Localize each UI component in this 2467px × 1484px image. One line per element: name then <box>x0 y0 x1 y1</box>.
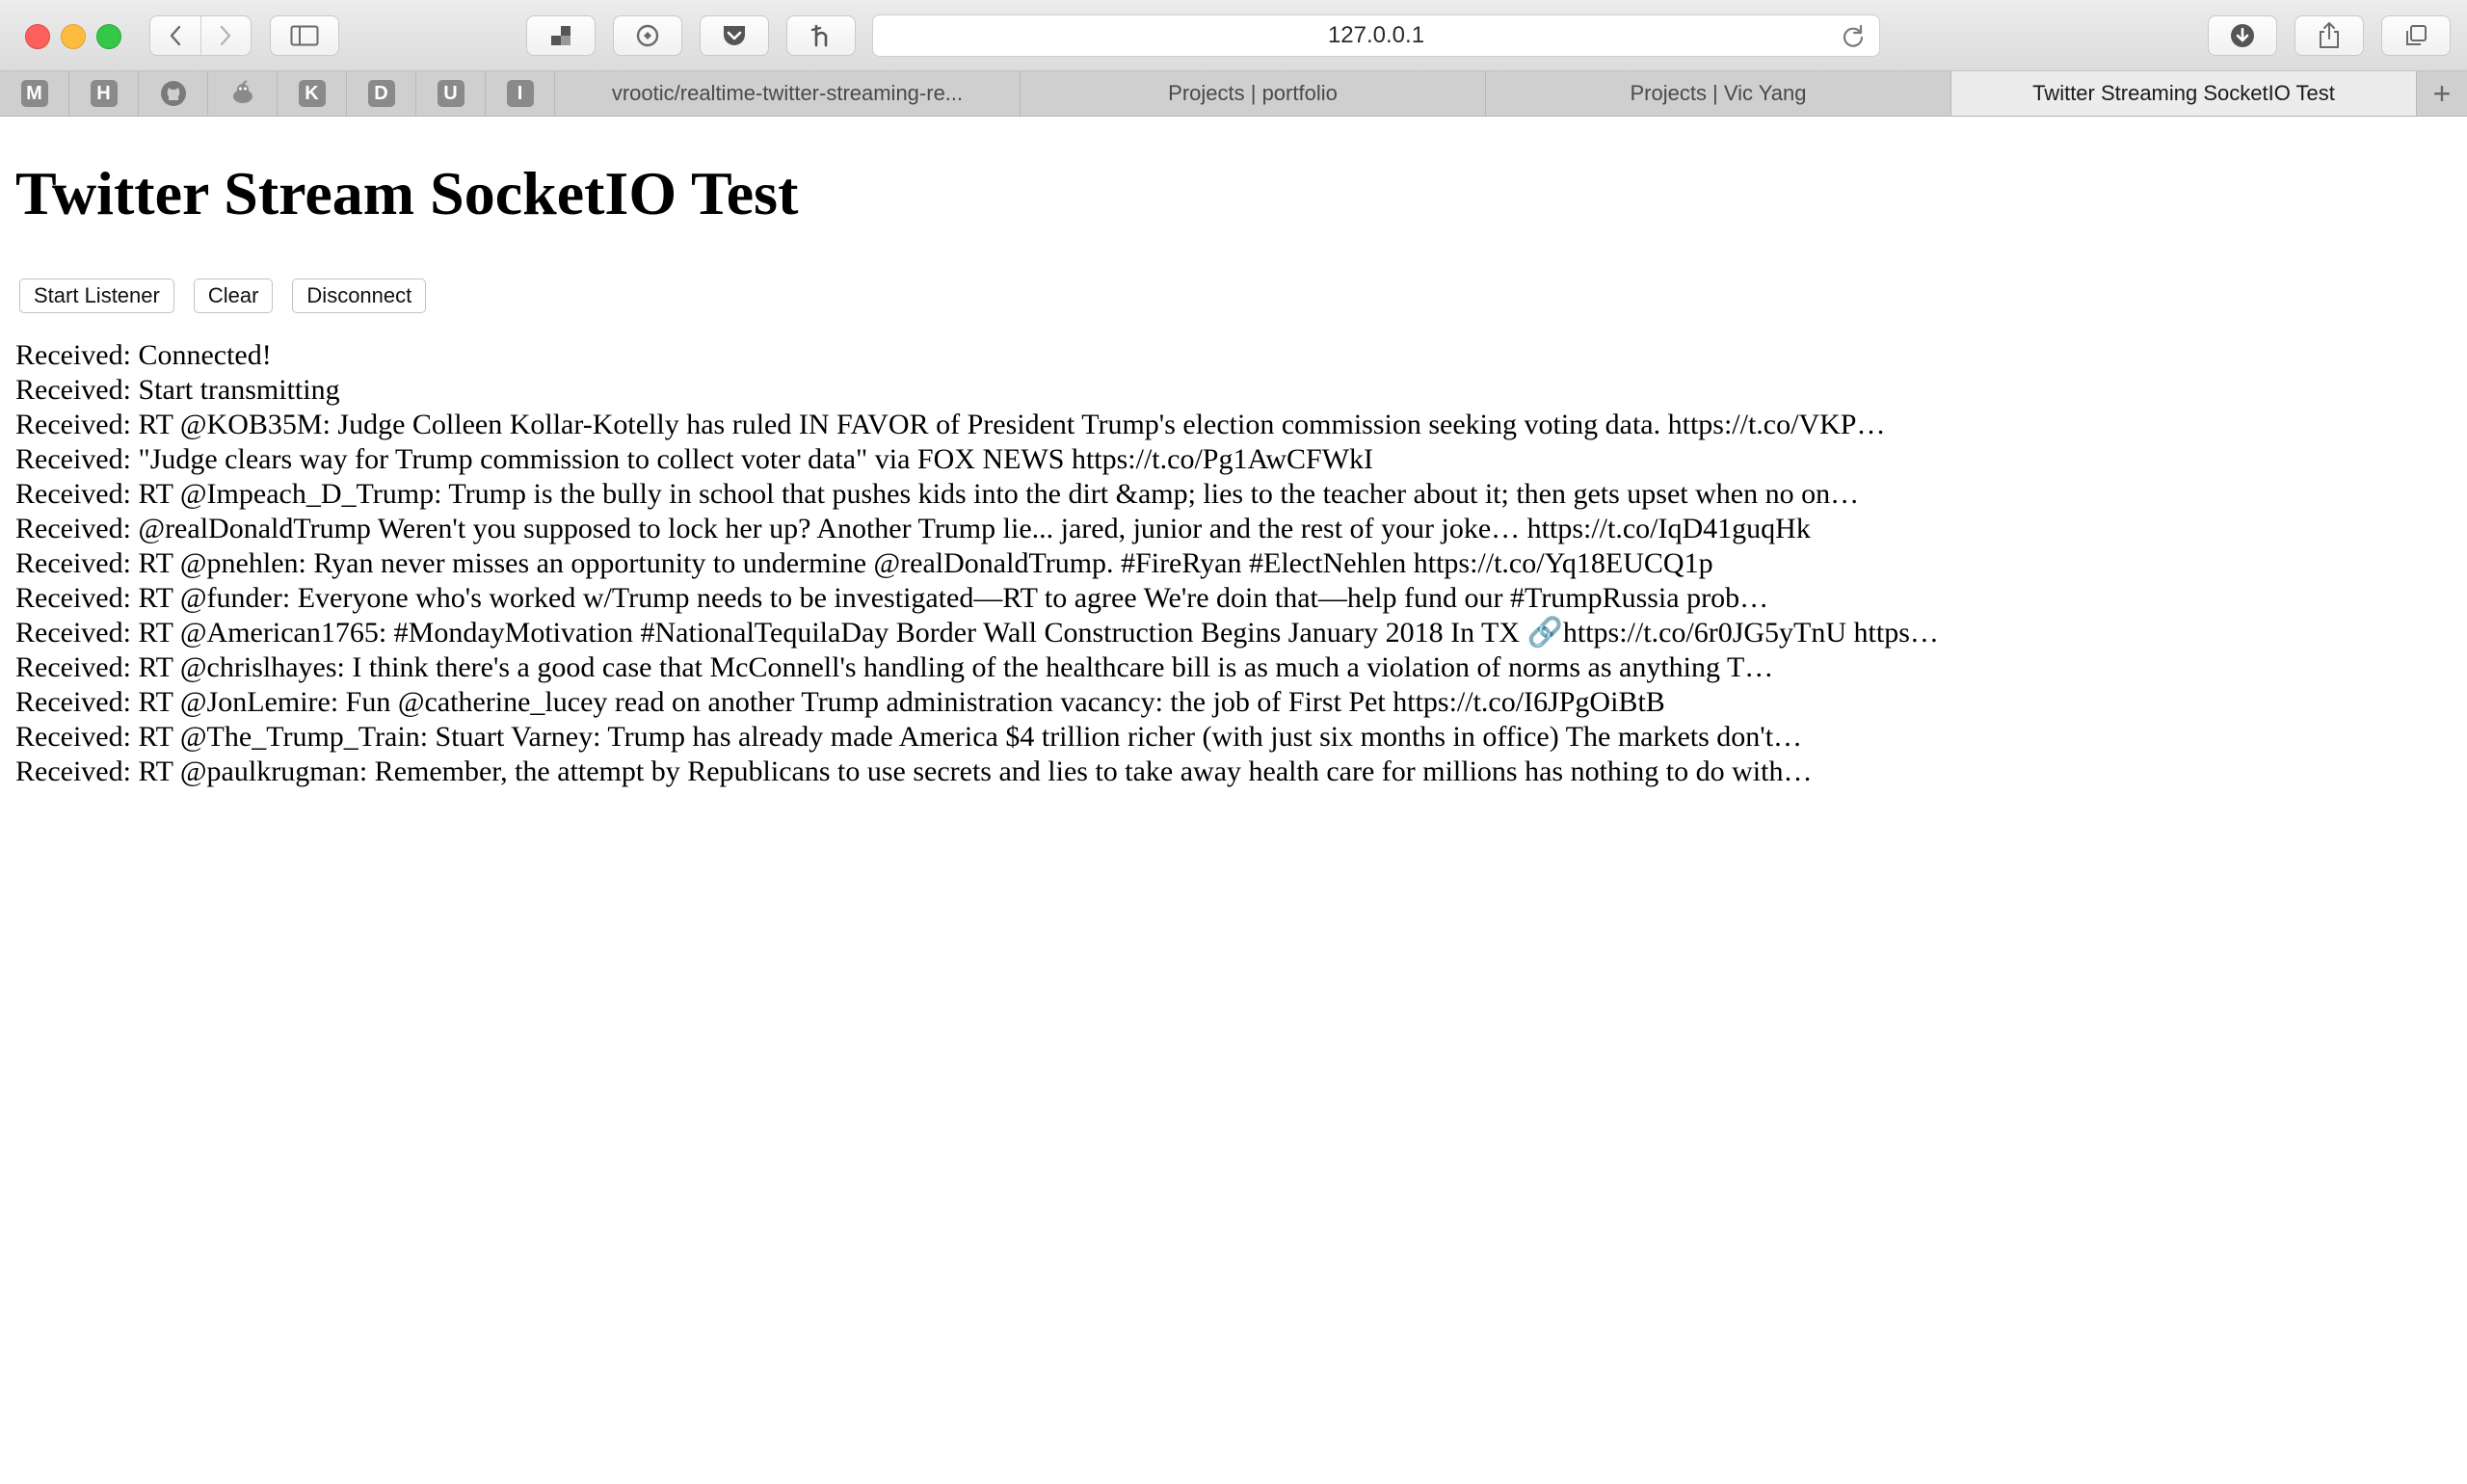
back-button[interactable] <box>150 16 200 55</box>
extension-button-2[interactable] <box>613 15 682 56</box>
message-line: Received: RT @KOB35M: Judge Colleen Koll… <box>15 409 1886 440</box>
favorite-d[interactable]: D <box>347 71 416 116</box>
honey-button[interactable] <box>786 15 856 56</box>
extension-button-1[interactable] <box>526 15 596 56</box>
address-bar[interactable]: 127.0.0.1 <box>872 14 1880 57</box>
fullscreen-window-button[interactable] <box>96 24 121 49</box>
message-line: Received: @realDonaldTrump Weren't you s… <box>15 513 1811 544</box>
tab-github-repo[interactable]: vrootic/realtime-twitter-streaming-re... <box>555 71 1021 116</box>
tab-twitter-streaming[interactable]: Twitter Streaming SocketIO Test <box>1951 71 2417 116</box>
delicious-icon <box>551 26 570 45</box>
show-all-tabs-button[interactable] <box>2381 15 2451 56</box>
control-buttons: Start Listener Clear Disconnect <box>15 278 2452 313</box>
d-icon: D <box>367 80 395 107</box>
disconnect-button[interactable]: Disconnect <box>292 278 427 313</box>
message-line: Received: RT @American1765: #MondayMotiv… <box>15 617 1939 649</box>
sync-icon <box>636 24 659 47</box>
tab-label: Twitter Streaming SocketIO Test <box>2032 81 2335 105</box>
tab-projects-portfolio[interactable]: Projects | portfolio <box>1021 71 1486 116</box>
page-title: Twitter Stream SocketIO Test <box>15 159 799 227</box>
favorite-github[interactable] <box>139 71 208 116</box>
message-line: Received: Connected! <box>15 339 272 371</box>
message-line: Received: "Judge clears way for Trump co… <box>15 443 1374 475</box>
forward-button[interactable] <box>199 16 252 55</box>
favorite-u[interactable]: U <box>416 71 486 116</box>
h-icon: H <box>90 80 118 107</box>
share-button[interactable] <box>2295 15 2364 56</box>
pocket-icon <box>724 26 745 45</box>
browser-toolbar: 127.0.0.1 <box>0 0 2467 71</box>
github-icon <box>160 81 186 106</box>
sidebar-icon <box>290 25 319 46</box>
message-line: Received: RT @funder: Everyone who's wor… <box>15 582 1769 614</box>
close-window-button[interactable] <box>25 24 50 49</box>
message-line: Received: RT @chrislhayes: I think there… <box>15 651 1774 683</box>
tab-bar: M H K D U I vrootic/realtime-twitter-str… <box>0 71 2467 117</box>
favorite-reddit[interactable] <box>208 71 278 116</box>
message-log: Received: Connected! Received: Start tra… <box>15 338 2452 789</box>
message-line: Received: RT @Impeach_D_Trump: Trump is … <box>15 478 1860 510</box>
u-icon: U <box>437 80 464 107</box>
minimize-window-button[interactable] <box>61 24 86 49</box>
new-tab-button[interactable]: + <box>2417 71 2467 116</box>
share-icon <box>2320 22 2339 48</box>
url-text: 127.0.0.1 <box>1327 22 1425 48</box>
message-line: Received: RT @pnehlen: Ryan never misses… <box>15 547 1713 579</box>
k-icon: K <box>298 80 326 107</box>
page-content: Twitter Stream SocketIO Test Start Liste… <box>0 117 2467 789</box>
downloads-button[interactable] <box>2208 15 2277 56</box>
tab-projects-vic-yang[interactable]: Projects | Vic Yang <box>1486 71 1951 116</box>
message-line: Received: Start transmitting <box>15 374 340 406</box>
clear-button[interactable]: Clear <box>193 278 274 313</box>
favorite-h[interactable]: H <box>69 71 139 116</box>
start-listener-button[interactable]: Start Listener <box>19 278 174 313</box>
sidebar-button[interactable] <box>270 15 339 56</box>
tab-label: Projects | portfolio <box>1168 81 1338 105</box>
message-line: Received: RT @paulkrugman: Remember, the… <box>15 755 1813 787</box>
tabs-overview-icon <box>2406 25 2427 45</box>
i-icon: I <box>506 80 534 107</box>
favorite-i[interactable]: I <box>486 71 555 116</box>
favorite-m[interactable]: M <box>0 71 69 116</box>
download-icon <box>2231 24 2254 47</box>
chevron-left-icon <box>170 25 180 46</box>
favorite-k[interactable]: K <box>278 71 347 116</box>
message-line: Received: RT @JonLemire: Fun @catherine_… <box>15 686 1665 718</box>
honey-icon <box>810 24 828 47</box>
pocket-button[interactable] <box>700 15 769 56</box>
reload-icon[interactable] <box>1841 24 1866 56</box>
back-forward-group <box>149 15 252 56</box>
tab-label: vrootic/realtime-twitter-streaming-re... <box>611 81 964 105</box>
reddit-icon <box>232 80 252 103</box>
tab-label: Projects | Vic Yang <box>1630 81 1807 105</box>
chevron-right-icon <box>221 25 231 46</box>
m-icon: M <box>20 80 48 107</box>
message-line: Received: RT @The_Trump_Train: Stuart Va… <box>15 721 1803 753</box>
